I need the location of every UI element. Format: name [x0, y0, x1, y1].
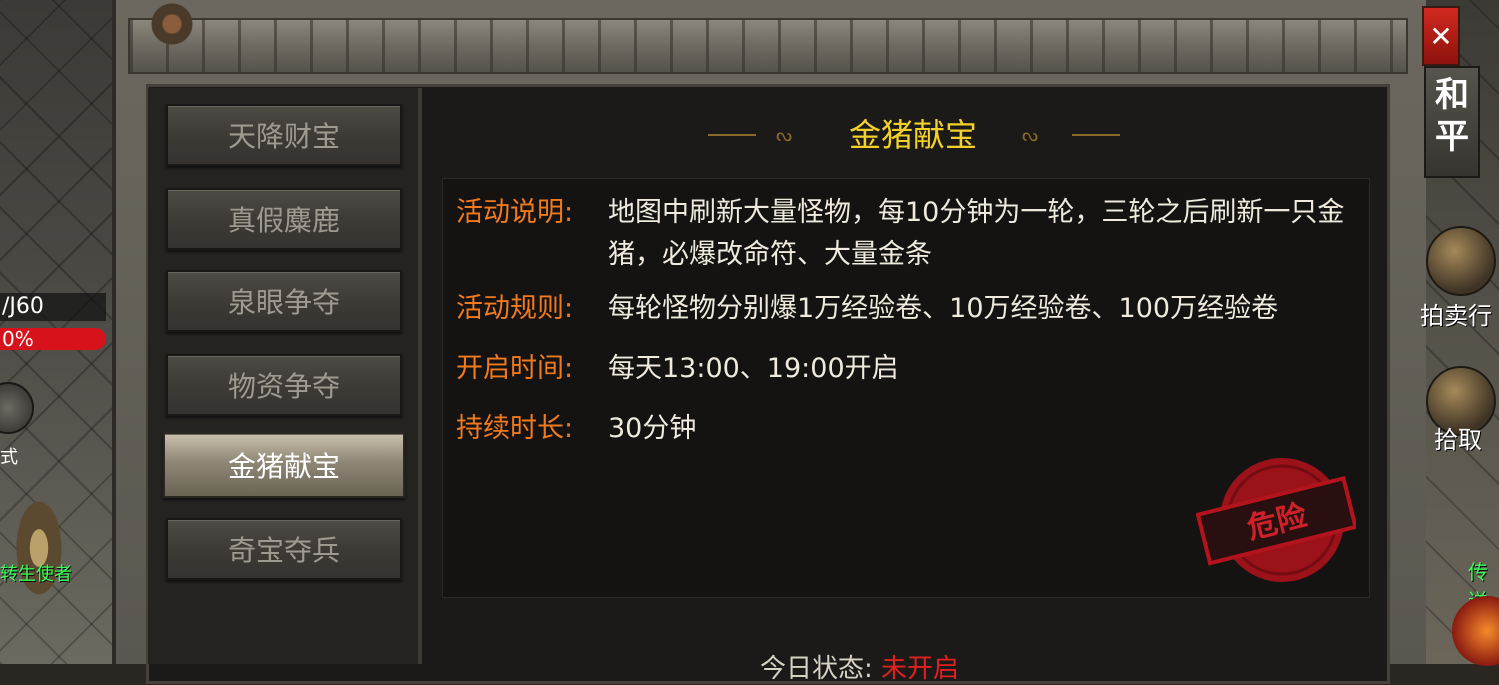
skill-icon-label: 式 — [0, 447, 18, 468]
menu-item-2[interactable]: 真假麋鹿 — [166, 188, 402, 250]
info-label: 持续时长: — [456, 413, 574, 444]
menu-item-5[interactable]: 金猪献宝 — [163, 432, 405, 498]
player-hp-bar: 0% — [0, 328, 106, 350]
danger-stamp-icon: 危险 — [1196, 458, 1356, 582]
activity-status: 今日状态: 未开启 — [760, 648, 959, 685]
status-prefix: 今日状态: — [760, 654, 873, 684]
title-divider-left — [708, 134, 756, 136]
title-divider-right — [1072, 134, 1120, 136]
info-label: 开启时间: — [456, 353, 574, 384]
info-value: 每天13:00、19:00开启 — [608, 353, 899, 384]
dialog-top-border — [128, 18, 1408, 74]
info-label: 活动规则: — [456, 293, 574, 324]
close-button[interactable]: ✕ — [1422, 6, 1460, 66]
pk-mode-label: 和平 — [1435, 75, 1469, 157]
menu-item-1[interactable]: 天降财宝 — [166, 104, 402, 166]
auction-icon[interactable] — [1426, 226, 1496, 296]
info-value: 地图中刷新大量怪物，每10分钟为一轮，三轮之后刷新一只金猪，必爆改命符、大量金条 — [608, 197, 1345, 270]
auction-label: 拍卖行 — [1420, 302, 1492, 330]
npc-name-label: 转生使者 — [0, 564, 72, 585]
activity-title: 金猪献宝 — [848, 116, 977, 154]
info-value: 每轮怪物分别爆1万经验卷、10万经验卷、100万经验卷 — [608, 293, 1279, 324]
menu-item-3[interactable]: 泉眼争夺 — [166, 270, 402, 332]
dragon-ornament-icon — [100, 0, 220, 80]
status-value: 未开启 — [881, 654, 960, 684]
pk-mode-tab[interactable]: 和平 — [1424, 66, 1480, 178]
info-value: 30分钟 — [608, 413, 697, 444]
cloud-ornament-icon: ᔓ — [1022, 125, 1039, 146]
pickup-label: 拾取 — [1434, 426, 1482, 454]
menu-item-4[interactable]: 物资争夺 — [166, 354, 402, 416]
info-label: 活动说明: — [456, 197, 574, 228]
player-level: /J60 — [0, 293, 106, 321]
menu-item-6[interactable]: 奇宝夺兵 — [166, 518, 402, 580]
menu-divider — [418, 88, 422, 664]
